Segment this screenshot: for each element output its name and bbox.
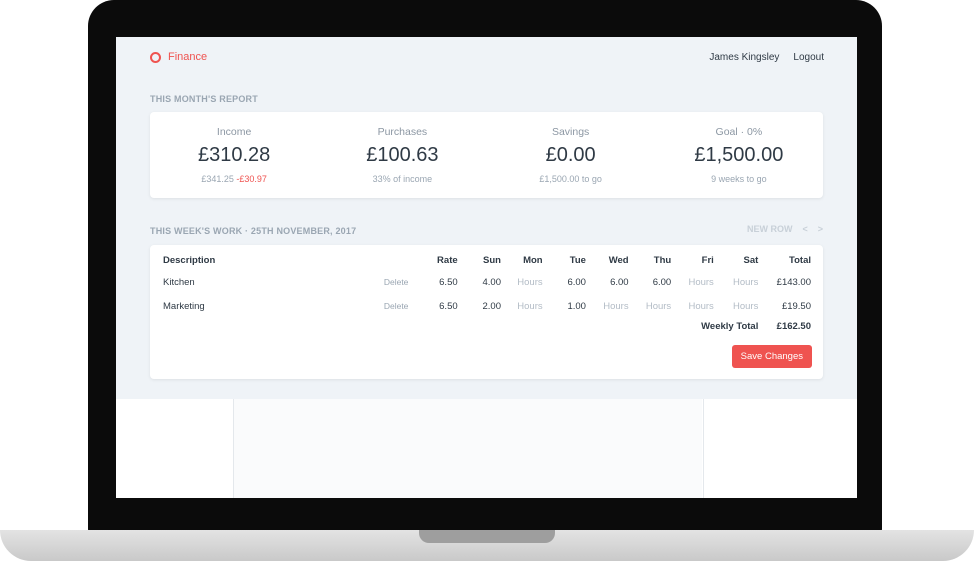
weekly-work-card: Description Rate Sun Mon Tue Wed Thu Fri… xyxy=(150,245,823,379)
col-sun: Sun xyxy=(483,254,501,266)
monthly-report-card: Income £310.28 £341.25 -£30.97 Purchases… xyxy=(150,112,823,198)
wed-hours-input[interactable]: 6.00 xyxy=(589,270,632,294)
goal-label: Goal · 0% xyxy=(715,126,763,138)
income-sub: £341.25 -£30.97 xyxy=(150,174,318,184)
income-deduction: -£30.97 xyxy=(236,174,267,184)
brand[interactable]: Finance xyxy=(150,51,207,63)
table-header-row: Description Rate Sun Mon Tue Wed Thu Fri… xyxy=(160,250,814,270)
mon-hours-input[interactable]: Hours xyxy=(504,270,546,294)
goal-value: £1,500.00 xyxy=(694,144,784,166)
col-tue: Tue xyxy=(569,254,586,266)
save-changes-button[interactable]: Save Changes xyxy=(731,345,812,368)
logout-link[interactable]: Logout xyxy=(793,52,824,63)
background-panel-left xyxy=(116,399,234,498)
top-nav: James Kingsley Logout xyxy=(709,52,824,63)
purchases-value: £100.63 xyxy=(366,144,439,166)
sat-hours-input[interactable]: Hours xyxy=(717,294,762,318)
sun-hours-input[interactable]: 2.00 xyxy=(461,294,504,318)
col-total: Total xyxy=(789,254,811,266)
new-row-button[interactable]: NEW ROW xyxy=(747,224,793,234)
goal-stat: Goal · 0% £1,500.00 9 weeks to go xyxy=(655,112,823,198)
mon-hours-input[interactable]: Hours xyxy=(504,294,546,318)
circle-logo-icon xyxy=(150,51,161,63)
work-table: Description Rate Sun Mon Tue Wed Thu Fri… xyxy=(160,250,814,334)
fri-hours-input[interactable]: Hours xyxy=(674,294,717,318)
table-controls: NEW ROW < > xyxy=(747,224,823,234)
col-sat: Sat xyxy=(743,254,759,266)
purchases-label: Purchases xyxy=(377,126,428,138)
savings-label: Savings xyxy=(551,126,590,138)
income-gross: £341.25 xyxy=(201,174,234,184)
brand-name: Finance xyxy=(168,51,208,63)
rate-input[interactable]: 6.50 xyxy=(411,270,460,294)
income-value: £310.28 xyxy=(197,144,271,166)
thu-hours-input[interactable]: Hours xyxy=(632,294,675,318)
purchases-sub: 33% of income xyxy=(372,174,433,184)
savings-sub: £1,500.00 to go xyxy=(539,174,602,184)
tue-hours-input[interactable]: 1.00 xyxy=(546,294,589,318)
col-description: Description xyxy=(163,254,216,266)
weekly-total-label: Weekly Total xyxy=(701,320,759,332)
savings-stat: Savings £0.00 £1,500.00 to go xyxy=(487,112,655,198)
income-label: Income xyxy=(216,126,252,138)
table-row: Kitchen Delete 6.50 4.00 Hours 6.00 6.00… xyxy=(160,270,814,294)
prev-week-icon[interactable]: < xyxy=(802,224,807,234)
next-week-icon[interactable]: > xyxy=(818,224,823,234)
fri-hours-input[interactable]: Hours xyxy=(674,270,717,294)
col-spacer xyxy=(360,250,411,270)
monthly-report-heading: THIS MONTH'S REPORT xyxy=(150,94,258,104)
wed-hours-input[interactable]: Hours xyxy=(589,294,632,318)
laptop-base xyxy=(0,530,974,561)
weekly-total-value: £162.50 xyxy=(776,320,811,332)
col-mon: Mon xyxy=(523,254,543,266)
goal-sub: 9 weeks to go xyxy=(711,174,767,184)
savings-value: £0.00 xyxy=(545,144,596,166)
row-description[interactable]: Marketing xyxy=(160,294,360,318)
weekly-total-row: Weekly Total £162.50 xyxy=(160,318,814,334)
user-name-link[interactable]: James Kingsley xyxy=(709,52,779,63)
thu-hours-input[interactable]: 6.00 xyxy=(632,270,675,294)
col-rate: Rate xyxy=(437,254,458,266)
delete-row-button[interactable]: Delete xyxy=(360,270,411,294)
background-panel-right xyxy=(703,399,857,498)
weekly-work-heading: THIS WEEK'S WORK · 25TH NOVEMBER, 2017 xyxy=(150,226,357,236)
income-stat: Income £310.28 £341.25 -£30.97 xyxy=(150,112,318,198)
col-wed: Wed xyxy=(608,254,629,266)
finance-app: Finance James Kingsley Logout THIS MONTH… xyxy=(116,37,857,399)
table-row: Marketing Delete 6.50 2.00 Hours 1.00 Ho… xyxy=(160,294,814,318)
row-description[interactable]: Kitchen xyxy=(160,270,360,294)
sun-hours-input[interactable]: 4.00 xyxy=(461,270,504,294)
col-thu: Thu xyxy=(653,254,672,266)
rate-input[interactable]: 6.50 xyxy=(411,294,460,318)
background-panel-middle xyxy=(234,399,702,498)
purchases-stat: Purchases £100.63 33% of income xyxy=(318,112,486,198)
row-total: £143.00 xyxy=(776,276,811,288)
delete-row-button[interactable]: Delete xyxy=(360,294,411,318)
col-fri: Fri xyxy=(701,254,714,266)
tue-hours-input[interactable]: 6.00 xyxy=(546,270,589,294)
laptop-notch xyxy=(419,530,555,543)
screen: Finance James Kingsley Logout THIS MONTH… xyxy=(116,37,857,498)
row-total: £19.50 xyxy=(781,300,811,312)
sat-hours-input[interactable]: Hours xyxy=(717,270,762,294)
